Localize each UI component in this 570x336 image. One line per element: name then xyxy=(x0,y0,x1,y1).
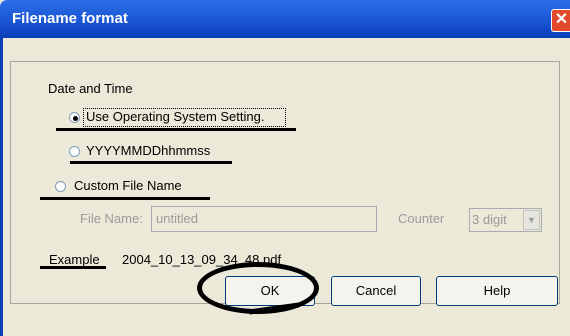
help-button[interactable]: Help xyxy=(436,276,558,306)
ink-underline xyxy=(40,266,106,269)
radio-os-setting[interactable] xyxy=(69,112,80,123)
chevron-down-icon[interactable]: ▼ xyxy=(523,210,540,230)
option-os-setting-label[interactable]: Use Operating System Setting. xyxy=(86,109,264,124)
counter-select[interactable]: 3 digit ▼ xyxy=(469,208,542,232)
ok-button[interactable]: OK xyxy=(225,276,315,306)
ink-underline xyxy=(40,197,210,200)
close-icon[interactable]: ✕ xyxy=(551,9,570,32)
counter-value: 3 digit xyxy=(472,212,507,227)
radio-selected-dot xyxy=(73,116,78,121)
option-yyyymmdd-label[interactable]: YYYYMMDDhhmmss xyxy=(86,143,210,158)
ink-underline xyxy=(56,128,296,131)
ink-underline xyxy=(70,161,232,164)
group-label: Date and Time xyxy=(48,81,133,96)
window-left-border xyxy=(0,38,3,336)
title-bar: Filename format xyxy=(0,0,570,38)
file-name-label: File Name: xyxy=(80,211,143,226)
window-title: Filename format xyxy=(12,10,128,27)
radio-custom[interactable] xyxy=(55,181,66,192)
example-label: Example xyxy=(49,252,100,267)
option-custom-label[interactable]: Custom File Name xyxy=(74,178,182,193)
counter-label: Counter xyxy=(398,211,445,226)
filename-format-dialog: Filename format ✕ Date and Time Use Oper… xyxy=(0,0,570,336)
example-value: 2004_10_13_09_34_48.pdf xyxy=(122,252,282,267)
cancel-button[interactable]: Cancel xyxy=(331,276,421,306)
file-name-input[interactable]: untitled xyxy=(151,206,377,232)
radio-yyyymmdd[interactable] xyxy=(69,146,80,157)
